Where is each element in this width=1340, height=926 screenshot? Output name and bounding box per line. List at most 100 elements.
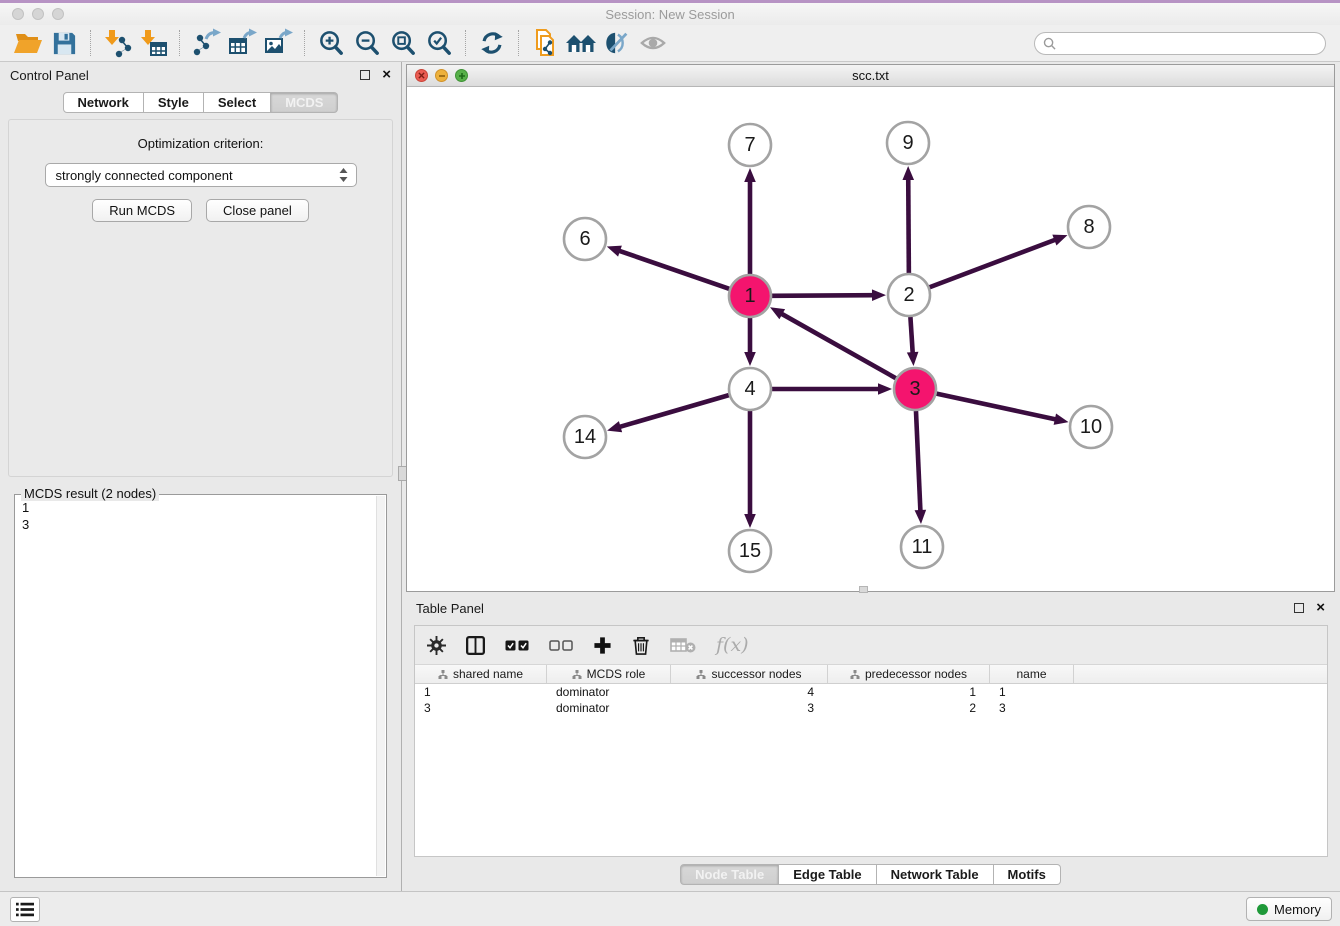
edge-1-2[interactable] [772,295,874,296]
tab-mcds[interactable]: MCDS [271,92,338,113]
table-toolbar: f(x) [415,626,1327,664]
select-all-icon [505,640,529,651]
add-button[interactable] [593,631,612,659]
tab-network[interactable]: Network [63,92,144,113]
edge-3-11[interactable] [916,411,920,512]
save-session-button[interactable] [46,27,82,59]
column-header-name[interactable]: name [990,665,1074,683]
task-history-button[interactable] [10,897,40,922]
export-table-button[interactable] [224,27,260,59]
open-session-button[interactable] [10,27,46,59]
columns-button[interactable] [466,631,485,659]
edge-2-3[interactable] [910,317,912,354]
tab-motifs[interactable]: Motifs [994,864,1061,885]
refresh-button[interactable] [474,27,510,59]
edge-2-8[interactable] [930,239,1057,287]
annotations-button[interactable] [599,27,635,59]
float-panel-icon[interactable] [360,70,370,80]
horizontal-splitter-handle[interactable] [859,586,868,593]
edge-1-6[interactable] [618,250,729,288]
close-panel-button[interactable]: Close panel [206,199,309,222]
graph-node-15[interactable]: 15 [729,530,771,572]
save-session-icon [51,30,78,57]
column-header-shared-name[interactable]: shared name [415,665,547,683]
graph-node-7[interactable]: 7 [729,124,771,166]
import-table-button[interactable] [135,27,171,59]
column-header-predecessor-nodes[interactable]: predecessor nodes [828,665,990,683]
eye-button[interactable] [635,27,671,59]
memory-button[interactable]: Memory [1246,897,1332,921]
hierarchy-icon [572,670,582,679]
zoom-fit-button[interactable] [385,27,421,59]
tab-edge-table[interactable]: Edge Table [779,864,876,885]
open-session-icon [13,29,43,57]
network-window-titlebar[interactable]: scc.txt [407,65,1334,87]
node-table-container: f(x) shared nameMCDS rolesuccessor nodes… [414,625,1328,857]
cell-name: 3 [990,700,1074,716]
statusbar: Memory [0,891,1340,926]
clone-network-icon [530,28,560,58]
column-header-MCDS-role[interactable]: MCDS role [547,665,671,683]
run-mcds-button[interactable]: Run MCDS [92,199,192,222]
close-panel-icon[interactable]: × [382,70,391,80]
mcds-result-text[interactable]: 1 3 [22,499,374,875]
graph-node-6[interactable]: 6 [564,218,606,260]
minimize-network-icon[interactable] [435,69,448,82]
graph-node-2[interactable]: 2 [888,274,930,316]
edge-4-14[interactable] [619,395,729,427]
zoom-out-button[interactable] [349,27,385,59]
export-image-button[interactable] [260,27,296,59]
edge-2-9[interactable] [908,178,909,273]
edge-3-1[interactable] [780,313,895,378]
tab-node-table[interactable]: Node Table [680,864,779,885]
table-row[interactable]: 1dominator411 [415,684,1327,700]
graph-node-3[interactable]: 3 [894,368,936,410]
zoom-in-button[interactable] [313,27,349,59]
graph-node-11[interactable]: 11 [901,526,943,568]
mcds-result-scrollbar[interactable] [376,496,385,876]
search-input[interactable] [1061,36,1317,50]
control-panel: Control Panel × NetworkStyleSelectMCDS O… [0,62,402,891]
gear-button[interactable] [427,631,446,659]
arrowhead-icon [902,166,914,180]
arrowhead-icon [744,168,756,182]
graph-node-1[interactable]: 1 [729,275,771,317]
graph-node-8[interactable]: 8 [1068,206,1110,248]
select-all-button[interactable] [505,631,529,659]
function-builder-button[interactable]: f(x) [716,631,749,659]
table-header-row: shared nameMCDS rolesuccessor nodesprede… [415,664,1327,684]
delete-button[interactable] [632,631,650,659]
arrowhead-icon [872,289,886,301]
optimization-criterion-select[interactable]: strongly connected component [45,163,357,187]
zoom-selected-button[interactable] [421,27,457,59]
graph-node-9[interactable]: 9 [887,122,929,164]
graph-node-14[interactable]: 14 [564,416,606,458]
arrowhead-icon [744,514,756,528]
deselect-all-button[interactable] [549,631,573,659]
cell-MCDS-role: dominator [547,684,671,700]
edge-3-10[interactable] [937,394,1057,420]
tab-style[interactable]: Style [144,92,204,113]
export-network-button[interactable] [188,27,224,59]
cell-shared-name: 1 [415,684,547,700]
float-table-panel-icon[interactable] [1294,603,1304,613]
close-table-panel-icon[interactable]: × [1316,603,1325,613]
graph-node-4[interactable]: 4 [729,368,771,410]
table-row[interactable]: 3dominator323 [415,700,1327,716]
maximize-network-icon[interactable] [455,69,468,82]
close-network-icon[interactable] [415,69,428,82]
clone-network-button[interactable] [527,27,563,59]
network-canvas[interactable]: 7 9 6 8 1 2 4 3 14 10 15 11 [407,87,1334,591]
node-label: 2 [903,284,914,306]
graph-node-10[interactable]: 10 [1070,406,1112,448]
delete-table-button[interactable] [670,631,696,659]
import-network-button[interactable] [99,27,135,59]
tab-network-table[interactable]: Network Table [877,864,994,885]
home-button[interactable] [563,27,599,59]
column-label: name [1016,667,1046,681]
search-field[interactable] [1034,32,1326,55]
column-header-successor-nodes[interactable]: successor nodes [671,665,828,683]
hierarchy-icon [696,670,706,679]
tab-select[interactable]: Select [204,92,271,113]
node-label: 6 [579,228,590,250]
